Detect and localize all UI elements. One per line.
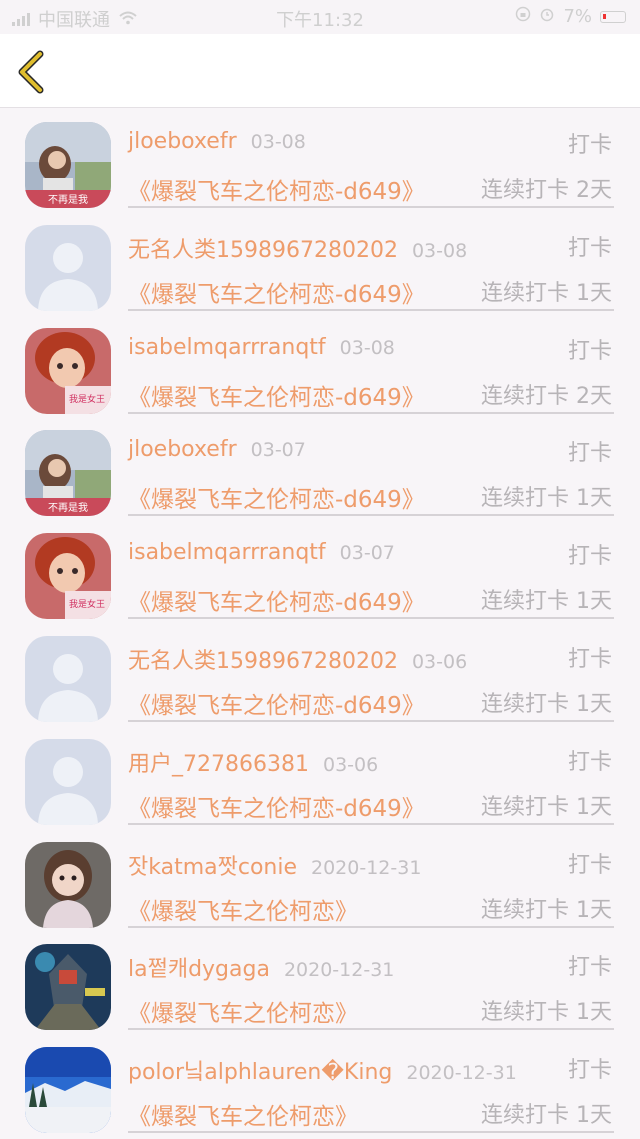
list-item[interactable]: 我是女王 isabelmqarrranqtf 03-08 打卡 《爆裂飞车之伦柯恋… bbox=[0, 314, 640, 417]
back-button[interactable] bbox=[14, 50, 50, 94]
list-item[interactable]: 无名人类1598967280202 03-06 打卡 《爆裂飞车之伦柯恋-d649… bbox=[0, 622, 640, 725]
streak-label: 连续打卡 1天 bbox=[481, 486, 612, 512]
divider bbox=[128, 925, 614, 928]
user-name: 잣katma짯conie 2020-12-31 bbox=[128, 854, 422, 880]
streak-label: 连续打卡 1天 bbox=[481, 1000, 612, 1026]
user-name: polor닠alphlauren�King 2020-12-31 bbox=[128, 1060, 517, 1086]
user-name: la쩥캐dygaga 2020-12-31 bbox=[128, 957, 395, 983]
streak-label: 连续打卡 2天 bbox=[481, 383, 612, 409]
user-name: 用户_727866381 03-06 bbox=[128, 751, 379, 777]
avatar[interactable] bbox=[25, 1047, 111, 1134]
checkin-label[interactable]: 打卡 bbox=[568, 1052, 612, 1084]
avatar[interactable]: 我是女王 bbox=[25, 533, 111, 620]
checkin-label[interactable]: 打卡 bbox=[568, 641, 612, 673]
book-title[interactable]: 《爆裂飞车之伦柯恋-d649》 bbox=[128, 686, 425, 720]
book-title[interactable]: 《爆裂飞车之伦柯恋-d649》 bbox=[128, 789, 425, 823]
checkin-date: 2020-12-31 bbox=[406, 1062, 517, 1085]
divider bbox=[128, 1131, 614, 1134]
book-title[interactable]: 《爆裂飞车之伦柯恋-d649》 bbox=[128, 583, 425, 617]
battery-icon bbox=[600, 10, 626, 23]
user-name: isabelmqarrranqtf 03-07 bbox=[128, 540, 395, 566]
checkin-label[interactable]: 打卡 bbox=[568, 333, 612, 365]
checkin-date: 03-06 bbox=[411, 650, 468, 673]
book-title[interactable]: 《爆裂飞车之伦柯恋-d649》 bbox=[128, 275, 425, 309]
checkin-date: 03-08 bbox=[250, 131, 306, 153]
list-item[interactable]: 用户_727866381 03-06 打卡 《爆裂飞车之伦柯恋-d649》 连续打… bbox=[0, 725, 640, 828]
streak-label: 连续打卡 1天 bbox=[481, 691, 612, 717]
divider bbox=[128, 1028, 614, 1031]
avatar[interactable] bbox=[25, 635, 111, 722]
divider bbox=[128, 822, 614, 825]
svg-text:不再是我: 不再是我 bbox=[48, 194, 88, 206]
streak-label: 连续打卡 1天 bbox=[481, 280, 612, 306]
list-item[interactable]: polor닠alphlauren�King 2020-12-31 打卡 《爆裂飞车… bbox=[0, 1033, 640, 1136]
divider bbox=[128, 411, 614, 414]
checkin-date: 03-08 bbox=[411, 239, 468, 262]
list-item[interactable]: 잣katma짯conie 2020-12-31 打卡 《爆裂飞车之伦柯恋》 连续打… bbox=[0, 828, 640, 931]
book-title[interactable]: 《爆裂飞车之伦柯恋-d649》 bbox=[128, 378, 425, 412]
checkin-label[interactable]: 打卡 bbox=[568, 435, 612, 467]
divider bbox=[128, 206, 614, 208]
checkin-list: 不再是我 jloeboxefr 03-08 打卡 《爆裂飞车之伦柯恋-d649》 … bbox=[0, 108, 640, 1136]
user-name: 无名人类1598967280202 03-06 bbox=[128, 648, 468, 674]
checkin-date: 03-06 bbox=[322, 753, 379, 776]
checkin-date: 03-08 bbox=[339, 336, 395, 359]
divider bbox=[128, 617, 614, 620]
streak-label: 连续打卡 1天 bbox=[481, 1103, 612, 1129]
book-title[interactable]: 《爆裂飞车之伦柯恋-d649》 bbox=[128, 172, 425, 206]
svg-text:不再是我: 不再是我 bbox=[48, 502, 88, 514]
list-item[interactable]: la쩥캐dygaga 2020-12-31 打卡 《爆裂飞车之伦柯恋》 连续打卡 … bbox=[0, 930, 640, 1033]
book-title[interactable]: 《爆裂飞车之伦柯恋》 bbox=[128, 994, 358, 1028]
nav-bar bbox=[0, 34, 640, 108]
avatar[interactable] bbox=[25, 944, 111, 1031]
checkin-label[interactable]: 打卡 bbox=[568, 847, 612, 879]
user-name: isabelmqarrranqtf 03-08 bbox=[128, 334, 395, 360]
battery-percent: 7% bbox=[563, 6, 592, 27]
checkin-date: 2020-12-31 bbox=[311, 856, 422, 879]
chevron-left-icon bbox=[18, 50, 44, 94]
list-item[interactable]: 我是女王 isabelmqarrranqtf 03-07 打卡 《爆裂飞车之伦柯恋… bbox=[0, 519, 640, 622]
book-title[interactable]: 《爆裂飞车之伦柯恋》 bbox=[128, 892, 358, 926]
streak-label: 连续打卡 1天 bbox=[481, 897, 612, 923]
checkin-date: 03-07 bbox=[339, 542, 395, 565]
svg-text:我是女王: 我是女王 bbox=[69, 598, 105, 610]
divider bbox=[128, 308, 614, 311]
lock-rotation-icon bbox=[515, 6, 531, 27]
avatar[interactable]: 我是女王 bbox=[25, 327, 111, 414]
list-item[interactable]: 不再是我 jloeboxefr 03-08 打卡 《爆裂飞车之伦柯恋-d649》 … bbox=[0, 108, 640, 211]
avatar[interactable] bbox=[25, 738, 111, 825]
checkin-label[interactable]: 打卡 bbox=[568, 127, 612, 159]
status-bar: 中国联通 下午11:32 7% bbox=[0, 0, 640, 34]
streak-label: 连续打卡 1天 bbox=[481, 794, 612, 820]
streak-label: 连续打卡 1天 bbox=[481, 589, 612, 615]
user-name: 无名人类1598967280202 03-08 bbox=[128, 237, 468, 263]
avatar[interactable]: 不再是我 bbox=[25, 430, 111, 517]
book-title[interactable]: 《爆裂飞车之伦柯恋-d649》 bbox=[128, 480, 425, 514]
checkin-date: 2020-12-31 bbox=[283, 959, 395, 982]
avatar[interactable] bbox=[25, 841, 111, 928]
streak-label: 连续打卡 2天 bbox=[481, 178, 612, 203]
user-name: jloeboxefr 03-07 bbox=[128, 437, 306, 463]
svg-text:我是女王: 我是女王 bbox=[69, 393, 105, 405]
user-name: jloeboxefr 03-08 bbox=[128, 129, 306, 154]
avatar[interactable]: 不再是我 bbox=[25, 122, 111, 208]
checkin-date: 03-07 bbox=[250, 439, 306, 462]
checkin-label[interactable]: 打卡 bbox=[568, 538, 612, 570]
alarm-icon bbox=[539, 6, 555, 27]
checkin-label[interactable]: 打卡 bbox=[568, 949, 612, 981]
divider bbox=[128, 514, 614, 517]
checkin-label[interactable]: 打卡 bbox=[568, 744, 612, 776]
divider bbox=[128, 719, 614, 722]
avatar[interactable] bbox=[25, 224, 111, 311]
status-right: 7% bbox=[515, 6, 626, 27]
list-item[interactable]: 不再是我 jloeboxefr 03-07 打卡 《爆裂飞车之伦柯恋-d649》 … bbox=[0, 416, 640, 519]
list-item[interactable]: 无名人类1598967280202 03-08 打卡 《爆裂飞车之伦柯恋-d649… bbox=[0, 211, 640, 314]
book-title[interactable]: 《爆裂飞车之伦柯恋》 bbox=[128, 1097, 358, 1131]
checkin-label[interactable]: 打卡 bbox=[568, 230, 612, 262]
